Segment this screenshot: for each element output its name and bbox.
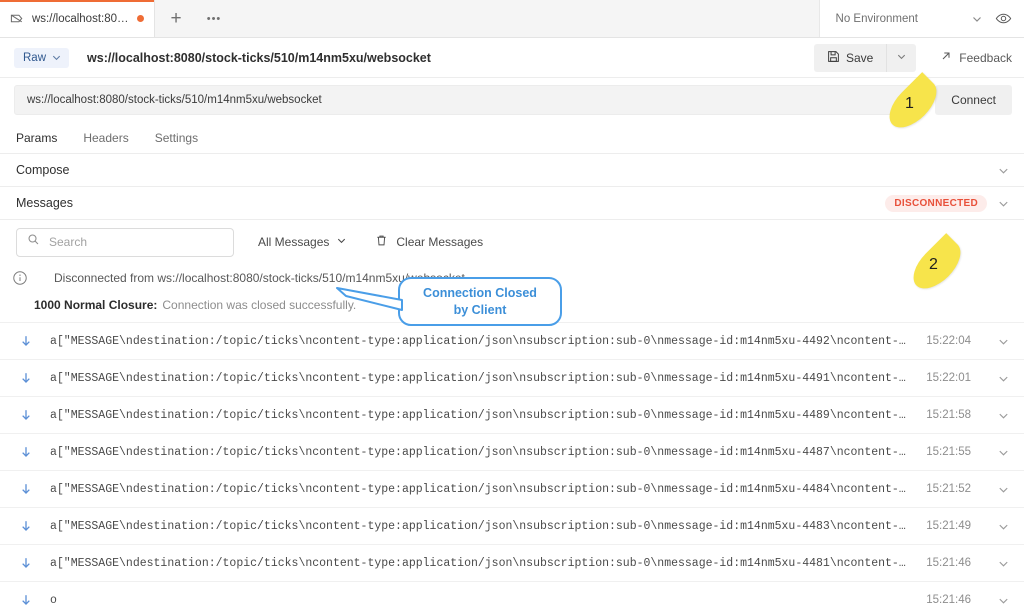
chevron-down-icon bbox=[896, 50, 907, 65]
message-text: a["MESSAGE\ndestination:/topic/ticks\nco… bbox=[50, 372, 912, 385]
message-row[interactable]: a["MESSAGE\ndestination:/topic/ticks\nco… bbox=[0, 359, 1024, 396]
request-tab[interactable]: ws://localhost:808... bbox=[0, 0, 155, 37]
new-tab-button[interactable]: + bbox=[155, 0, 197, 37]
feedback-button[interactable]: Feedback bbox=[940, 50, 1012, 65]
server-url-input[interactable]: ws://localhost:8080/stock-ticks/510/m14n… bbox=[14, 85, 925, 115]
chevron-down-icon[interactable] bbox=[997, 520, 1010, 533]
message-text: a["MESSAGE\ndestination:/topic/ticks\nco… bbox=[50, 557, 912, 570]
request-header-bar: Raw ws://localhost:8080/stock-ticks/510/… bbox=[0, 38, 1024, 78]
incoming-arrow-icon bbox=[16, 331, 36, 351]
chevron-down-icon[interactable] bbox=[997, 372, 1010, 385]
message-timestamp: 15:22:04 bbox=[926, 335, 971, 347]
incoming-arrow-icon bbox=[16, 516, 36, 536]
message-row[interactable]: a["MESSAGE\ndestination:/topic/ticks\nco… bbox=[0, 470, 1024, 507]
messages-title: Messages bbox=[16, 196, 73, 210]
connection-bar: ws://localhost:8080/stock-ticks/510/m14n… bbox=[0, 78, 1024, 122]
message-timestamp: 15:22:01 bbox=[926, 372, 971, 384]
chevron-down-icon bbox=[51, 52, 62, 63]
chevron-down-icon[interactable] bbox=[997, 446, 1010, 459]
tab-title: ws://localhost:808... bbox=[32, 13, 130, 25]
request-url-title: ws://localhost:8080/stock-ticks/510/m14n… bbox=[87, 51, 431, 65]
chevron-down-icon[interactable] bbox=[997, 335, 1010, 348]
message-timestamp: 15:21:58 bbox=[926, 409, 971, 421]
clear-messages-button[interactable]: Clear Messages bbox=[375, 234, 483, 250]
message-timestamp: 15:21:46 bbox=[926, 557, 971, 569]
websocket-icon bbox=[10, 11, 25, 26]
eye-icon[interactable] bbox=[995, 10, 1012, 27]
save-label: Save bbox=[846, 51, 873, 65]
message-rows-container: a["MESSAGE\ndestination:/topic/ticks\nco… bbox=[0, 322, 1024, 612]
message-filter-select[interactable]: All Messages bbox=[258, 235, 347, 249]
environment-label: No Environment bbox=[836, 13, 918, 25]
protocol-select[interactable]: Raw bbox=[14, 48, 69, 68]
message-text: a["MESSAGE\ndestination:/topic/ticks\nco… bbox=[50, 446, 912, 459]
closure-description: Connection was closed successfully. bbox=[162, 298, 356, 312]
system-disconnect-text: Disconnected from ws://localhost:8080/st… bbox=[54, 271, 465, 285]
save-icon bbox=[827, 50, 840, 66]
message-text: o bbox=[50, 594, 912, 607]
feedback-label: Feedback bbox=[959, 51, 1012, 65]
tab-options-icon[interactable]: ••• bbox=[197, 0, 231, 37]
chevron-down-icon[interactable] bbox=[997, 594, 1010, 607]
message-timestamp: 15:21:52 bbox=[926, 483, 971, 495]
save-button[interactable]: Save bbox=[814, 44, 886, 72]
compose-section-header[interactable]: Compose bbox=[0, 154, 1024, 187]
filter-label: All Messages bbox=[258, 235, 329, 249]
connect-button[interactable]: Connect bbox=[935, 85, 1012, 115]
message-text: a["MESSAGE\ndestination:/topic/ticks\nco… bbox=[50, 409, 912, 422]
unsaved-indicator-dot[interactable] bbox=[137, 15, 144, 22]
message-text: a["MESSAGE\ndestination:/topic/ticks\nco… bbox=[50, 483, 912, 496]
info-icon bbox=[12, 270, 28, 286]
chevron-down-icon bbox=[336, 235, 347, 249]
incoming-arrow-icon bbox=[16, 442, 36, 462]
tabstrip-spacer bbox=[231, 0, 819, 37]
tab-strip: ws://localhost:808... + ••• No Environme… bbox=[0, 0, 1024, 38]
message-timestamp: 15:21:49 bbox=[926, 520, 971, 532]
chevron-down-icon[interactable] bbox=[997, 409, 1010, 422]
message-text: a["MESSAGE\ndestination:/topic/ticks\nco… bbox=[50, 335, 912, 348]
incoming-arrow-icon bbox=[16, 479, 36, 499]
system-disconnect-row: Disconnected from ws://localhost:8080/st… bbox=[0, 264, 1024, 292]
messages-toolbar: All Messages Clear Messages bbox=[0, 220, 1024, 264]
incoming-arrow-icon bbox=[16, 405, 36, 425]
protocol-label: Raw bbox=[23, 52, 46, 64]
incoming-arrow-icon bbox=[16, 553, 36, 573]
message-timestamp: 15:21:46 bbox=[926, 594, 971, 606]
chevron-down-icon[interactable] bbox=[997, 164, 1010, 177]
closure-code: 1000 Normal Closure: bbox=[34, 298, 157, 312]
websocket-client-window: ws://localhost:808... + ••• No Environme… bbox=[0, 0, 1024, 612]
status-badge: DISCONNECTED bbox=[885, 195, 987, 212]
external-link-icon bbox=[940, 50, 952, 65]
chevron-down-icon bbox=[971, 13, 983, 25]
incoming-arrow-icon bbox=[16, 590, 36, 610]
messages-section-header[interactable]: Messages DISCONNECTED bbox=[0, 187, 1024, 220]
message-row[interactable]: a["MESSAGE\ndestination:/topic/ticks\nco… bbox=[0, 433, 1024, 470]
message-row[interactable]: a["MESSAGE\ndestination:/topic/ticks\nco… bbox=[0, 322, 1024, 359]
message-timestamp: 15:21:55 bbox=[926, 446, 971, 458]
environment-selector[interactable]: No Environment bbox=[819, 0, 1024, 37]
message-row[interactable]: a["MESSAGE\ndestination:/topic/ticks\nco… bbox=[0, 544, 1024, 581]
save-options-button[interactable] bbox=[886, 44, 916, 72]
message-text: a["MESSAGE\ndestination:/topic/ticks\nco… bbox=[50, 520, 912, 533]
search-input[interactable] bbox=[49, 235, 223, 249]
compose-title: Compose bbox=[16, 163, 70, 177]
chevron-down-icon[interactable] bbox=[997, 557, 1010, 570]
messages-list: Disconnected from ws://localhost:8080/st… bbox=[0, 264, 1024, 612]
search-icon bbox=[27, 233, 40, 251]
closure-reason-row: 1000 Normal Closure: Connection was clos… bbox=[0, 292, 1024, 322]
request-subtabs: Params Headers Settings bbox=[0, 122, 1024, 154]
tab-settings[interactable]: Settings bbox=[155, 131, 198, 145]
trash-icon bbox=[375, 234, 388, 250]
message-row[interactable]: a["MESSAGE\ndestination:/topic/ticks\nco… bbox=[0, 507, 1024, 544]
tab-params[interactable]: Params bbox=[16, 131, 57, 145]
clear-messages-label: Clear Messages bbox=[396, 235, 483, 249]
chevron-down-icon[interactable] bbox=[997, 483, 1010, 496]
message-row[interactable]: o 15:21:46 bbox=[0, 581, 1024, 612]
chevron-down-icon[interactable] bbox=[997, 197, 1010, 210]
incoming-arrow-icon bbox=[16, 368, 36, 388]
tab-headers[interactable]: Headers bbox=[83, 131, 128, 145]
save-button-group: Save bbox=[814, 44, 916, 72]
search-box[interactable] bbox=[16, 228, 234, 257]
message-row[interactable]: a["MESSAGE\ndestination:/topic/ticks\nco… bbox=[0, 396, 1024, 433]
